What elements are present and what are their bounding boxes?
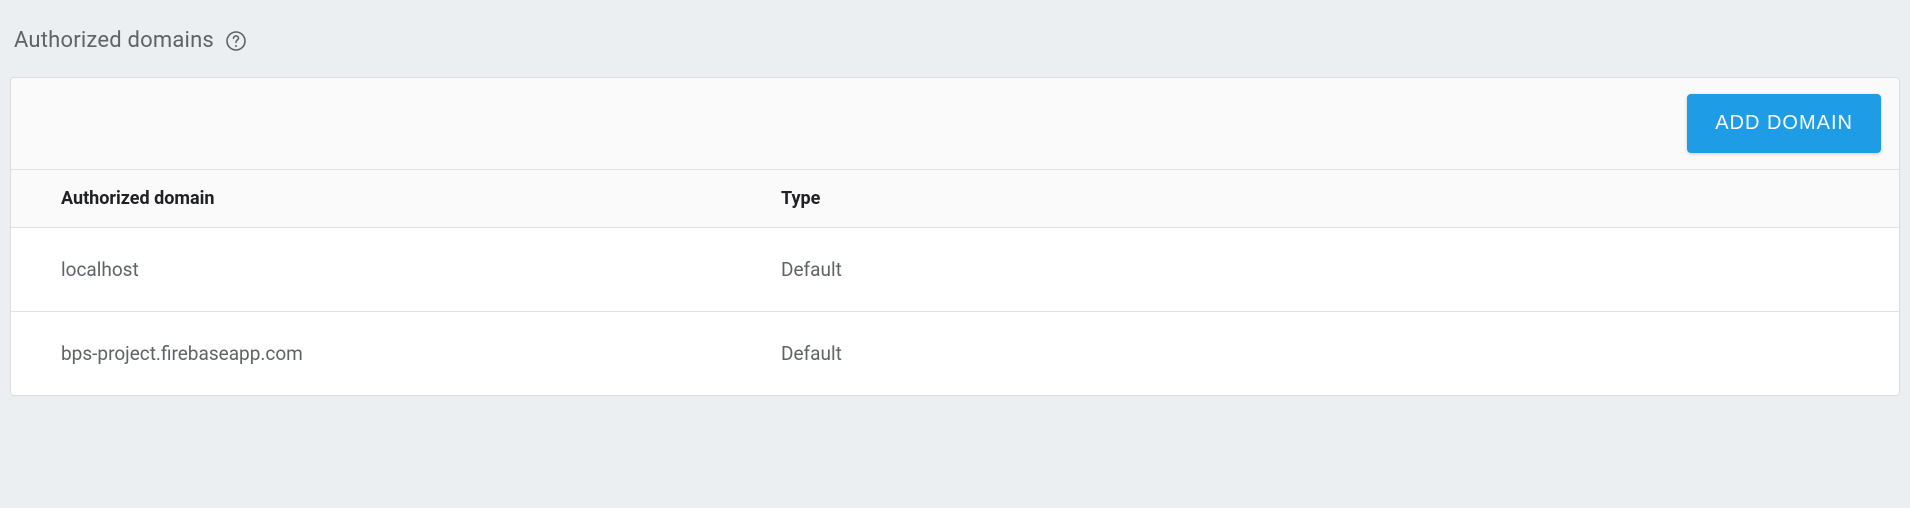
cell-domain: localhost [11,258,731,281]
card-toolbar: ADD DOMAIN [11,78,1899,170]
table-header: Authorized domain Type [11,170,1899,228]
table-row[interactable]: bps-project.firebaseapp.comDefault [11,312,1899,395]
help-icon[interactable] [224,29,248,53]
section-header: Authorized domains [10,10,1900,77]
domains-card: ADD DOMAIN Authorized domain Type localh… [10,77,1900,396]
add-domain-button[interactable]: ADD DOMAIN [1687,94,1881,153]
column-header-domain: Authorized domain [11,188,731,209]
cell-type: Default [731,258,1899,281]
cell-type: Default [731,342,1899,365]
cell-domain: bps-project.firebaseapp.com [11,342,731,365]
column-header-type: Type [731,188,1899,209]
section-title: Authorized domains [14,28,214,53]
table-row[interactable]: localhostDefault [11,228,1899,312]
